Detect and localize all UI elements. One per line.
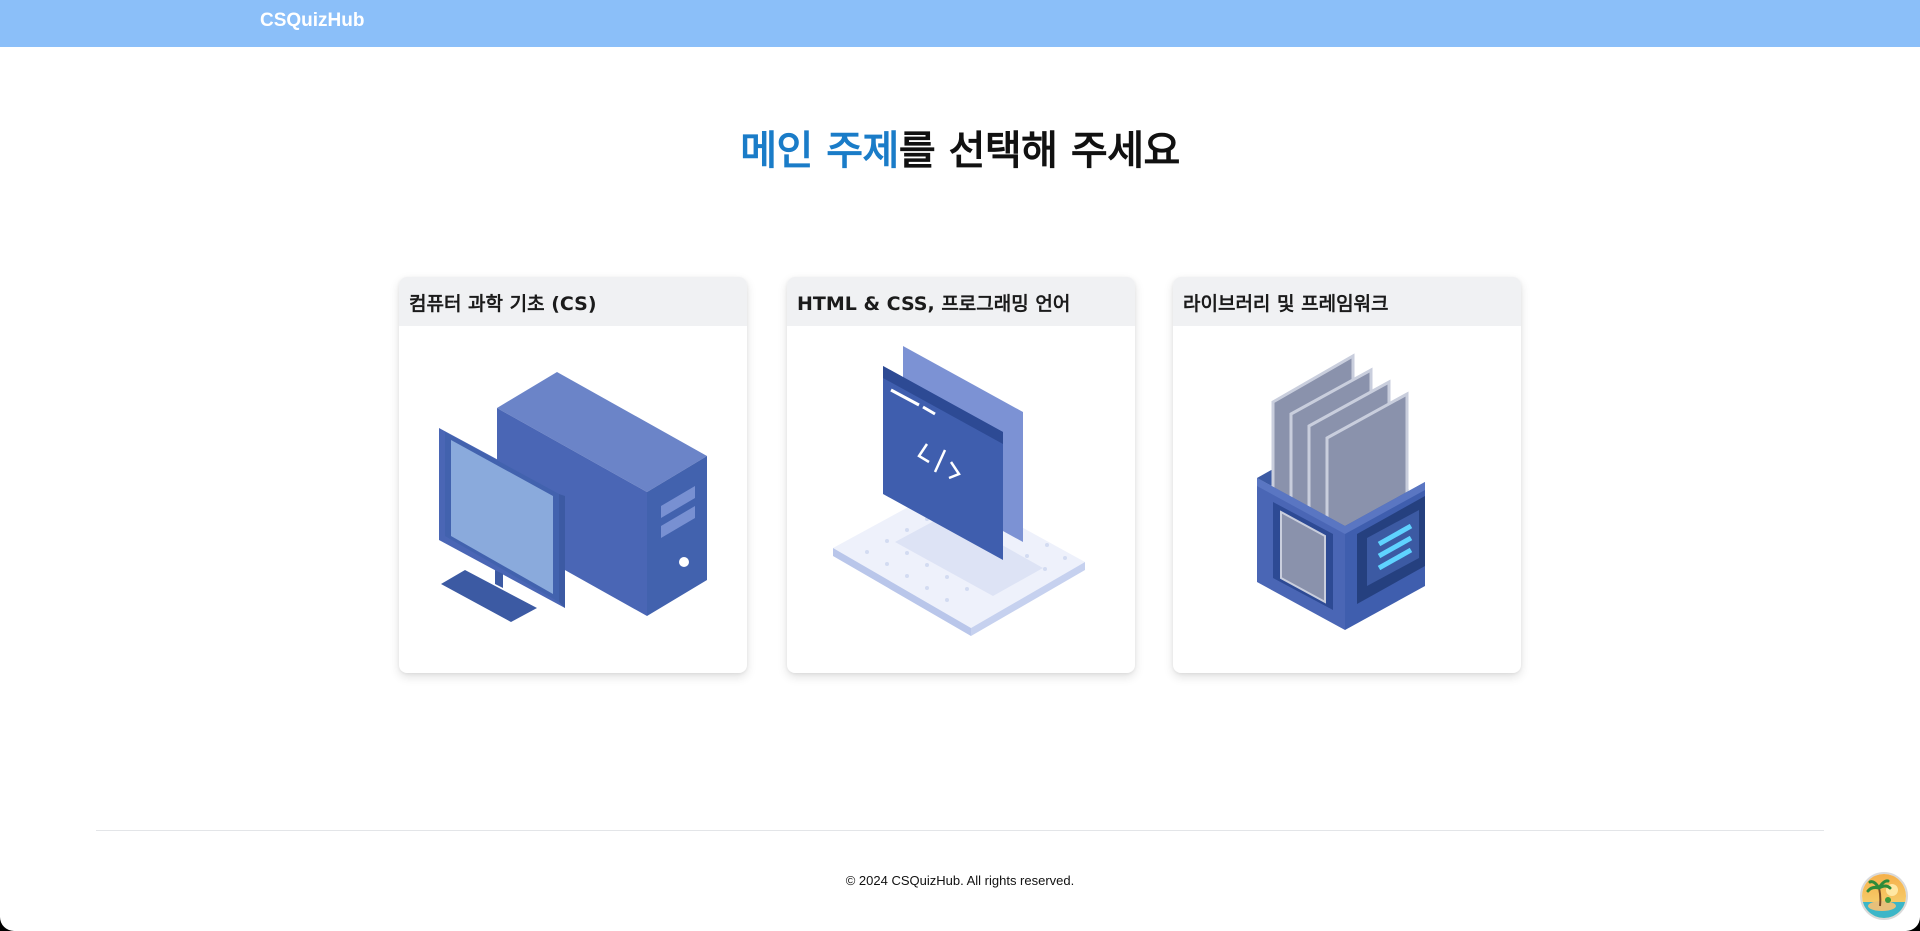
topic-card-library-framework[interactable]: 라이브러리 및 프레임워크 <box>1173 277 1521 673</box>
topic-card-title: HTML & CSS, 프로그래밍 언어 <box>787 277 1135 326</box>
topic-card-title: 컴퓨터 과학 기초 (CS) <box>399 277 747 326</box>
code-window-laptop-icon <box>787 326 1135 673</box>
footer-divider <box>96 830 1824 831</box>
footer-copyright: © 2024 CSQuizHub. All rights reserved. <box>845 873 1075 888</box>
topic-card-title: 라이브러리 및 프레임워크 <box>1173 277 1521 326</box>
page-title-rest: 를 선택해 주세요 <box>898 128 1180 174</box>
app-window: CSQuizHub 메인 주제를 선택해 주세요 컴퓨터 과학 기초 (CS) <box>0 0 1920 931</box>
brand-logo-link[interactable]: CSQuizHub <box>260 10 365 32</box>
top-navbar: CSQuizHub <box>0 0 1920 47</box>
topic-card-html-css[interactable]: HTML & CSS, 프로그래밍 언어 <box>787 277 1135 673</box>
library-books-box-icon <box>1173 326 1521 673</box>
page-title-accent: 메인 주제 <box>740 128 899 174</box>
topic-card-cs[interactable]: 컴퓨터 과학 기초 (CS) <box>399 277 747 673</box>
page-title: 메인 주제를 선택해 주세요 <box>0 118 1920 176</box>
desktop-computer-icon <box>399 326 747 673</box>
tropical-island-avatar-icon[interactable] <box>1860 872 1908 920</box>
